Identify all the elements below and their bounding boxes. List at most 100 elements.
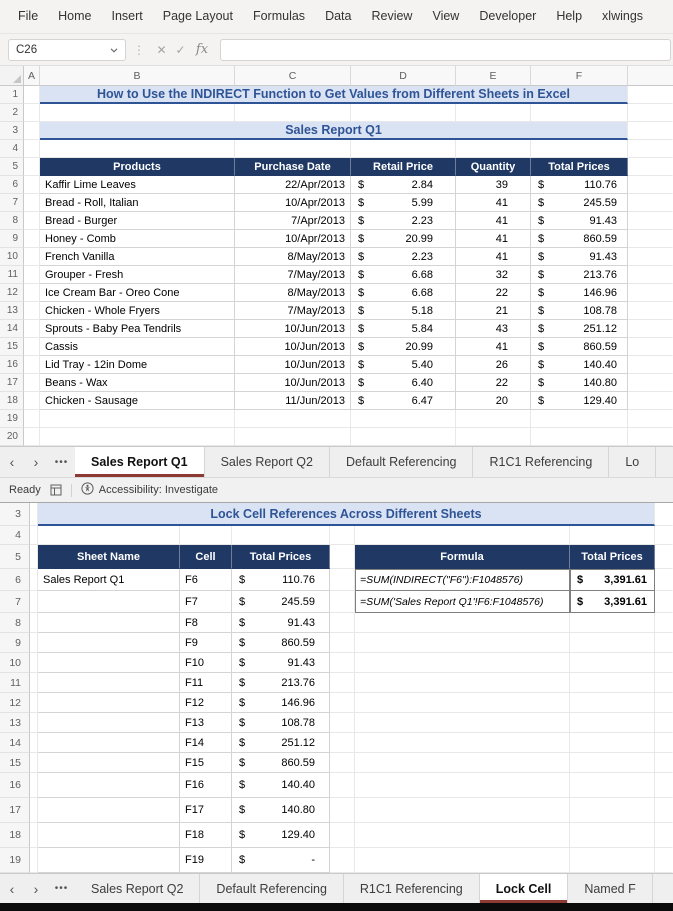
retail-price-cell[interactable]: $20.99 bbox=[351, 338, 456, 356]
product-cell[interactable]: Cassis bbox=[40, 338, 235, 356]
cell[interactable] bbox=[655, 503, 673, 526]
cell-ref-cell[interactable]: F9 bbox=[180, 633, 232, 653]
table-header-cell[interactable]: Purchase Date bbox=[235, 158, 351, 176]
table-header-cell[interactable]: Total Prices bbox=[232, 545, 330, 569]
cell[interactable] bbox=[330, 753, 355, 773]
cell[interactable] bbox=[355, 526, 570, 545]
ribbon-tab-formulas[interactable]: Formulas bbox=[243, 0, 315, 33]
row-header[interactable]: 3 bbox=[0, 122, 24, 140]
purchase-date-cell[interactable]: 10/Jun/2013 bbox=[235, 320, 351, 338]
cell[interactable] bbox=[570, 773, 655, 798]
total-price-cell[interactable]: $213.76 bbox=[232, 673, 330, 693]
cell[interactable] bbox=[456, 428, 531, 446]
cell[interactable] bbox=[30, 733, 38, 753]
row-header[interactable]: 14 bbox=[0, 320, 24, 338]
retail-price-cell[interactable]: $6.68 bbox=[351, 266, 456, 284]
retail-price-cell[interactable]: $20.99 bbox=[351, 230, 456, 248]
total-price-cell[interactable]: $860.59 bbox=[232, 633, 330, 653]
cell[interactable] bbox=[355, 673, 570, 693]
cell[interactable] bbox=[355, 753, 570, 773]
cell[interactable] bbox=[351, 140, 456, 158]
table-header-cell[interactable]: Retail Price bbox=[351, 158, 456, 176]
cell[interactable] bbox=[24, 374, 40, 392]
cell[interactable] bbox=[38, 713, 180, 733]
retail-price-cell[interactable]: $5.84 bbox=[351, 320, 456, 338]
cell[interactable] bbox=[24, 104, 40, 122]
purchase-date-cell[interactable]: 7/Apr/2013 bbox=[235, 212, 351, 230]
cell[interactable] bbox=[628, 86, 673, 104]
product-cell[interactable]: French Vanilla bbox=[40, 248, 235, 266]
cell[interactable] bbox=[30, 591, 38, 613]
retail-price-cell[interactable]: $2.23 bbox=[351, 212, 456, 230]
row-header[interactable]: 17 bbox=[0, 798, 30, 823]
cell[interactable] bbox=[24, 122, 40, 140]
cell[interactable] bbox=[355, 848, 570, 873]
cell[interactable] bbox=[628, 176, 673, 194]
row-header[interactable]: 13 bbox=[0, 302, 24, 320]
cell[interactable] bbox=[570, 733, 655, 753]
sheet-tab-sales-report-q2[interactable]: Sales Report Q2 bbox=[205, 447, 330, 477]
total-price-cell[interactable]: $860.59 bbox=[531, 338, 628, 356]
cell[interactable] bbox=[330, 713, 355, 733]
cell[interactable] bbox=[655, 633, 673, 653]
cell[interactable] bbox=[30, 798, 38, 823]
cell[interactable] bbox=[570, 798, 655, 823]
cell[interactable] bbox=[330, 733, 355, 753]
cell[interactable] bbox=[655, 753, 673, 773]
cell[interactable] bbox=[40, 140, 235, 158]
cell-ref-cell[interactable]: F18 bbox=[180, 823, 232, 848]
product-cell[interactable]: Kaffir Lime Leaves bbox=[40, 176, 235, 194]
sheet-tab-lo[interactable]: Lo bbox=[609, 447, 657, 477]
cell[interactable] bbox=[355, 633, 570, 653]
cell[interactable] bbox=[570, 653, 655, 673]
cell[interactable] bbox=[628, 320, 673, 338]
cell[interactable] bbox=[628, 194, 673, 212]
ribbon-tab-insert[interactable]: Insert bbox=[102, 0, 153, 33]
cell[interactable] bbox=[628, 428, 673, 446]
cell[interactable] bbox=[351, 410, 456, 428]
sheet-tab-named-f[interactable]: Named F bbox=[568, 874, 653, 903]
cell-ref-cell[interactable]: F15 bbox=[180, 753, 232, 773]
purchase-date-cell[interactable]: 10/Jun/2013 bbox=[235, 338, 351, 356]
cell[interactable] bbox=[355, 653, 570, 673]
cell[interactable] bbox=[655, 848, 673, 873]
doc-title-cell[interactable]: How to Use the INDIRECT Function to Get … bbox=[40, 86, 628, 104]
cell[interactable] bbox=[531, 428, 628, 446]
row-header[interactable]: 6 bbox=[0, 176, 24, 194]
table-header-cell[interactable]: Formula bbox=[355, 545, 570, 569]
sheet-tab-r1c1-referencing[interactable]: R1C1 Referencing bbox=[344, 874, 480, 903]
cell[interactable] bbox=[570, 693, 655, 713]
total-price-cell[interactable]: $140.40 bbox=[531, 356, 628, 374]
cell[interactable] bbox=[24, 266, 40, 284]
formula-cell[interactable]: =SUM('Sales Report Q1'!F6:F1048576) bbox=[355, 591, 570, 613]
retail-price-cell[interactable]: $2.23 bbox=[351, 248, 456, 266]
quantity-cell[interactable]: 26 bbox=[456, 356, 531, 374]
cell[interactable] bbox=[355, 798, 570, 823]
cell[interactable] bbox=[330, 613, 355, 633]
cell[interactable] bbox=[628, 374, 673, 392]
insert-function-icon[interactable]: fx bbox=[190, 42, 214, 57]
row-header[interactable]: 2 bbox=[0, 104, 24, 122]
cell[interactable] bbox=[40, 410, 235, 428]
cell[interactable] bbox=[30, 713, 38, 733]
cell[interactable] bbox=[30, 693, 38, 713]
ribbon-tab-view[interactable]: View bbox=[422, 0, 469, 33]
row-header[interactable]: 7 bbox=[0, 591, 30, 613]
row-header[interactable]: 19 bbox=[0, 410, 24, 428]
cell[interactable] bbox=[24, 176, 40, 194]
cell[interactable] bbox=[30, 673, 38, 693]
cell[interactable] bbox=[38, 526, 180, 545]
enter-icon[interactable]: ✓ bbox=[171, 43, 190, 57]
product-cell[interactable]: Chicken - Whole Fryers bbox=[40, 302, 235, 320]
product-cell[interactable]: Beans - Wax bbox=[40, 374, 235, 392]
row-header[interactable]: 13 bbox=[0, 713, 30, 733]
cell[interactable] bbox=[570, 753, 655, 773]
retail-price-cell[interactable]: $6.47 bbox=[351, 392, 456, 410]
product-cell[interactable]: Bread - Roll, Italian bbox=[40, 194, 235, 212]
accessibility-status[interactable]: Accessibility: Investigate bbox=[81, 482, 218, 498]
cell[interactable] bbox=[570, 673, 655, 693]
retail-price-cell[interactable]: $5.18 bbox=[351, 302, 456, 320]
row-header[interactable]: 5 bbox=[0, 158, 24, 176]
cell[interactable] bbox=[24, 356, 40, 374]
cell[interactable] bbox=[330, 545, 355, 569]
